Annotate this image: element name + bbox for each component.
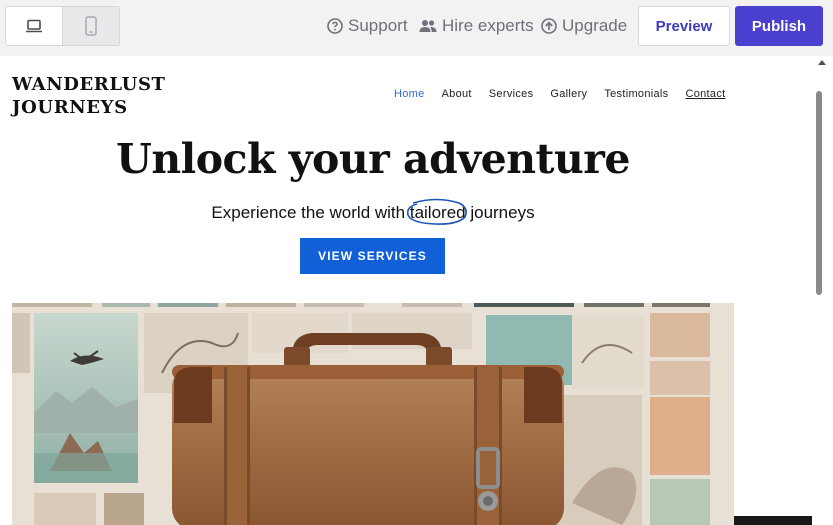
- hero-subtitle: Experience the world with tailored journ…: [0, 198, 746, 225]
- page-footer-edge: [734, 516, 812, 525]
- upgrade-arrow-icon: [541, 18, 557, 34]
- help-circle-icon: [327, 18, 343, 34]
- hero-subtitle-highlight: tailored: [406, 198, 467, 225]
- nav-about[interactable]: About: [442, 87, 472, 101]
- site-logo[interactable]: WANDERLUST JOURNEYS: [12, 73, 166, 119]
- support-label: Support: [348, 16, 408, 35]
- scroll-up-arrow-icon[interactable]: [818, 60, 826, 65]
- nav-testimonials[interactable]: Testimonials: [604, 87, 668, 101]
- nav-gallery[interactable]: Gallery: [550, 87, 587, 101]
- mobile-view-button[interactable]: [62, 7, 119, 45]
- device-toggle: [5, 6, 120, 46]
- mobile-icon: [85, 16, 97, 36]
- hire-experts-label: Hire experts: [442, 16, 534, 35]
- hero-subtitle-end: journeys: [465, 203, 535, 222]
- nav-services[interactable]: Services: [489, 87, 534, 101]
- hand-drawn-circle-icon: [406, 198, 467, 225]
- publish-button[interactable]: Publish: [735, 6, 823, 46]
- hero-title: Unlock your adventure: [116, 135, 630, 183]
- preview-button[interactable]: Preview: [638, 6, 730, 46]
- people-icon: [419, 20, 437, 32]
- site-preview-canvas: WANDERLUST JOURNEYS Home About Services …: [0, 56, 812, 525]
- hero-image: [12, 303, 734, 525]
- site-nav: Home About Services Gallery Testimonials…: [394, 87, 725, 101]
- nav-home[interactable]: Home: [394, 87, 425, 101]
- logo-line-1: WANDERLUST: [12, 74, 166, 95]
- upgrade-link[interactable]: Upgrade: [541, 16, 627, 36]
- editor-toolbar: Support Hire experts Upgrade Preview Pub…: [0, 0, 833, 56]
- hero-subtitle-start: Experience the world with: [211, 203, 410, 222]
- suitcase-collage-illustration: [12, 303, 734, 525]
- logo-line-2: JOURNEYS: [12, 97, 128, 118]
- nav-contact[interactable]: Contact: [685, 87, 725, 101]
- scrollbar-thumb[interactable]: [816, 91, 822, 295]
- canvas-scrollbar[interactable]: [812, 56, 833, 525]
- hire-experts-link[interactable]: Hire experts: [419, 16, 534, 36]
- support-link[interactable]: Support: [327, 16, 408, 36]
- laptop-icon: [26, 19, 42, 33]
- desktop-view-button[interactable]: [6, 7, 62, 45]
- view-services-button[interactable]: VIEW SERVICES: [300, 238, 445, 274]
- upgrade-label: Upgrade: [562, 16, 628, 35]
